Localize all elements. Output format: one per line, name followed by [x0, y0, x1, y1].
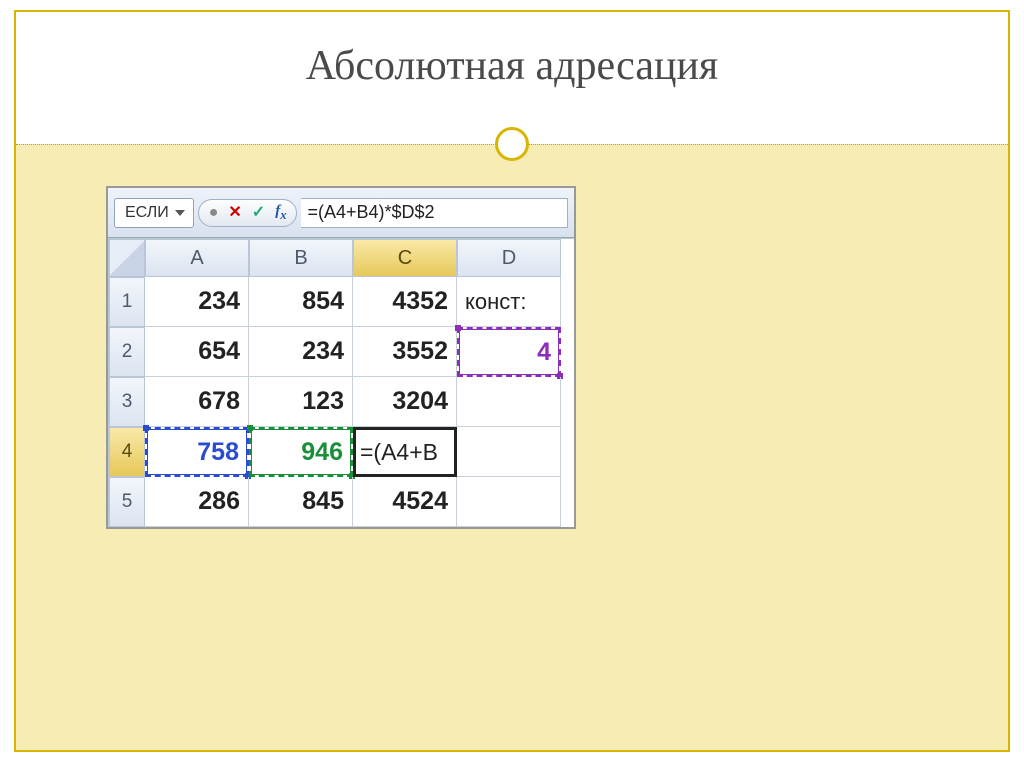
- cell-A5[interactable]: 286: [145, 477, 249, 527]
- cell-B4[interactable]: 946: [249, 427, 353, 477]
- enter-icon[interactable]: ✓: [252, 205, 265, 221]
- dropdown-icon[interactable]: [175, 210, 185, 216]
- row-header-1[interactable]: 1: [109, 277, 145, 327]
- cell-C1[interactable]: 4352: [353, 277, 457, 327]
- formula-bar: ЕСЛИ ● ✕ ✓ fx =(A4+B4)*$D$2: [108, 188, 574, 238]
- formula-text: =(A4+B4)*$D$2: [307, 202, 434, 223]
- name-box[interactable]: ЕСЛИ: [114, 198, 194, 228]
- cell-C5[interactable]: 4524: [353, 477, 457, 527]
- formula-input[interactable]: =(A4+B4)*$D$2: [301, 198, 568, 228]
- col-header-A[interactable]: A: [145, 239, 249, 277]
- name-box-text: ЕСЛИ: [125, 204, 169, 222]
- cell-A1[interactable]: 234: [145, 277, 249, 327]
- row-header-4[interactable]: 4: [109, 427, 145, 477]
- row-header-3[interactable]: 3: [109, 377, 145, 427]
- cell-D5[interactable]: [457, 477, 561, 527]
- slide-title: Абсолютная адресация: [16, 42, 1008, 90]
- excel-screenshot: ЕСЛИ ● ✕ ✓ fx =(A4+B4)*$D$2 A: [106, 186, 576, 529]
- cell-C4[interactable]: =(A4+B: [353, 427, 457, 477]
- cell-C3[interactable]: 3204: [353, 377, 457, 427]
- cell-A3[interactable]: 678: [145, 377, 249, 427]
- slide-frame: Абсолютная адресация ЕСЛИ ● ✕ ✓ fx =(A4+…: [14, 10, 1010, 752]
- title-band: Абсолютная адресация: [16, 12, 1008, 142]
- spreadsheet-grid[interactable]: A B C D 1 234 854 4352 конст: 2 654 234 …: [108, 238, 574, 527]
- cell-D2[interactable]: 4: [457, 327, 561, 377]
- row-header-5[interactable]: 5: [109, 477, 145, 527]
- cell-D4[interactable]: [457, 427, 561, 477]
- cell-B2[interactable]: 234: [249, 327, 353, 377]
- col-header-C[interactable]: C: [353, 239, 457, 277]
- cell-B5[interactable]: 845: [249, 477, 353, 527]
- formula-buttons: ● ✕ ✓ fx: [198, 199, 298, 227]
- cell-A4[interactable]: 758: [145, 427, 249, 477]
- slide-body: ЕСЛИ ● ✕ ✓ fx =(A4+B4)*$D$2 A: [16, 144, 1008, 750]
- cancel-icon[interactable]: ✕: [228, 205, 241, 221]
- cell-C2[interactable]: 3552: [353, 327, 457, 377]
- cell-B3[interactable]: 123: [249, 377, 353, 427]
- cell-B1[interactable]: 854: [249, 277, 353, 327]
- cell-D3[interactable]: [457, 377, 561, 427]
- col-header-B[interactable]: B: [249, 239, 353, 277]
- stop-icon[interactable]: ●: [209, 205, 219, 221]
- divider-circle-icon: [495, 127, 529, 161]
- row-header-2[interactable]: 2: [109, 327, 145, 377]
- cell-A2[interactable]: 654: [145, 327, 249, 377]
- cell-D1[interactable]: конст:: [457, 277, 561, 327]
- fx-icon[interactable]: fx: [275, 204, 286, 222]
- select-all-corner[interactable]: [109, 239, 145, 277]
- col-header-D[interactable]: D: [457, 239, 561, 277]
